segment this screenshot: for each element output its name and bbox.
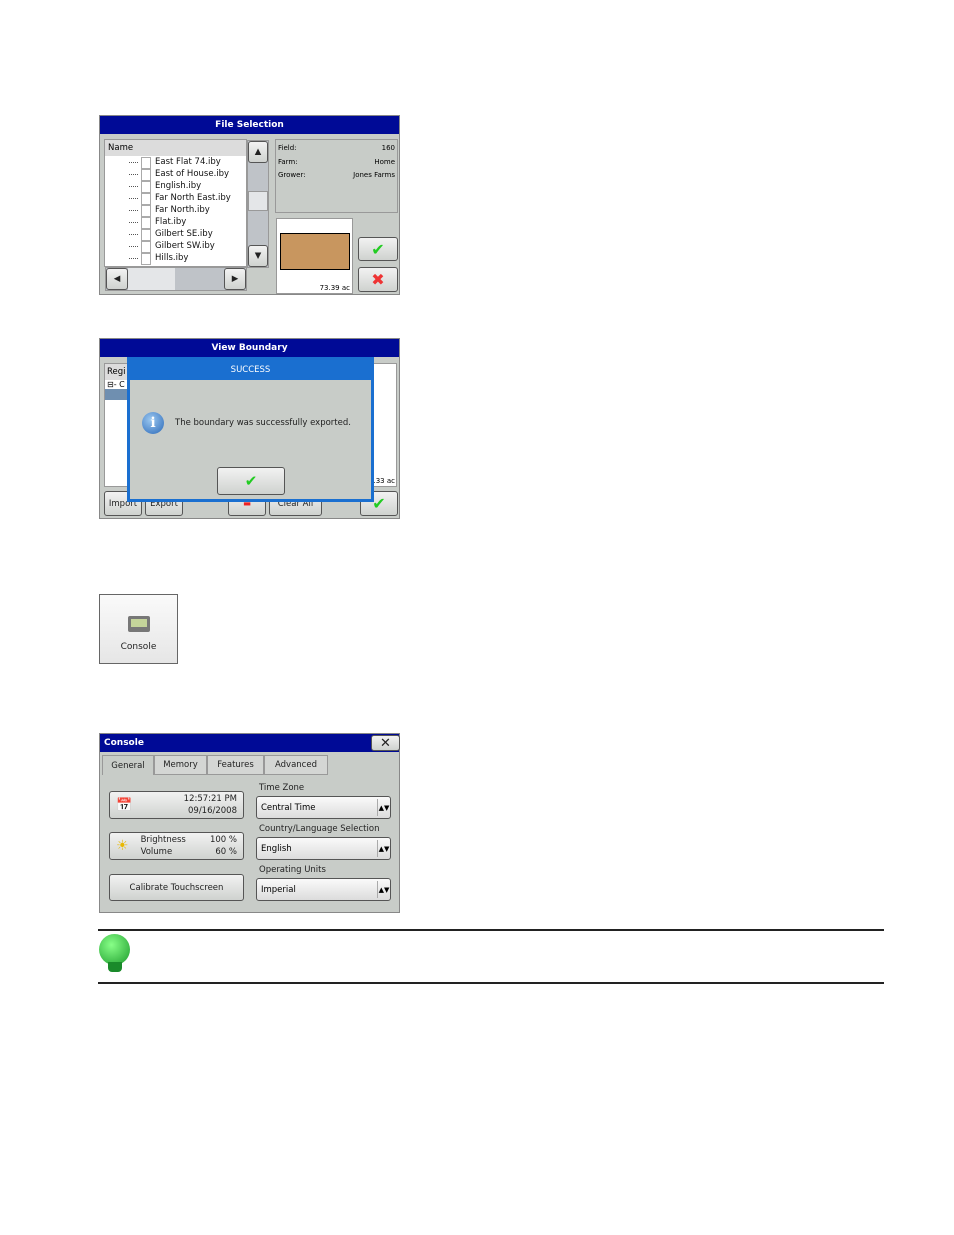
file-list-item[interactable]: Hills.iby (105, 252, 246, 265)
tab-advanced[interactable]: Advanced (264, 755, 328, 775)
success-dialog: SUCCESS i The boundary was successfully … (127, 357, 374, 502)
console-tile-label: Console (120, 642, 157, 652)
cancel-button[interactable]: ✖ (358, 267, 398, 292)
scroll-up-button[interactable]: ▲ (248, 141, 268, 163)
units-value: Imperial (261, 884, 296, 895)
units-label: Operating Units (259, 865, 326, 875)
file-list-item[interactable]: East Flat 74.iby (105, 156, 246, 169)
tab-features[interactable]: Features (207, 755, 264, 775)
note-bottom-rule (98, 982, 884, 984)
spinner-icon: ▲▼ (377, 840, 390, 857)
boundary-preview: 73.39 ac (276, 218, 353, 294)
info-row: Grower: Jones Farms (278, 171, 395, 185)
info-value: 160 (381, 144, 395, 152)
info-icon: i (142, 412, 164, 434)
time-zone-label: Time Zone (259, 783, 305, 793)
volume-label: Volume (140, 847, 173, 857)
time-zone-value: Central Time (261, 802, 316, 813)
file-list[interactable]: Name East Flat 74.iby East of House.iby En… (104, 139, 247, 267)
scroll-thumb[interactable] (248, 191, 268, 211)
time-value: 12:57:21 PM (183, 794, 237, 804)
sun-speaker-icon: ☀ (116, 838, 129, 854)
calibrate-touchscreen-button[interactable]: Calibrate Touchscreen (109, 874, 244, 901)
preview-panel: .33 ac (372, 363, 397, 487)
dialog-title: SUCCESS (130, 360, 371, 380)
info-label: Field: (278, 144, 297, 152)
info-value: Home (374, 157, 395, 166)
field-info-panel: Field: 160 Farm: Home Grower: Jones Farms (275, 139, 398, 213)
dialog-message: The boundary was successfully exported. (175, 418, 351, 428)
spinner-icon: ▲▼ (377, 799, 390, 816)
language-select[interactable]: English ▲▼ (256, 837, 391, 860)
lightbulb-icon (99, 934, 130, 978)
info-label: Farm: (278, 157, 298, 166)
date-time-button[interactable]: 📅 12:57:21 PM 09/16/2008 (109, 791, 244, 819)
view-boundary-window: View Boundary Regi ⊟- C .33 ac Import Ex… (99, 338, 400, 519)
brightness-volume-button[interactable]: ☀ Brightness Volume 100 % 60 % (109, 832, 244, 860)
file-list-item[interactable]: Flat.iby (105, 216, 246, 229)
window-title: View Boundary (100, 339, 399, 357)
h-scroll-thumb[interactable] (128, 268, 175, 290)
scroll-right-button[interactable]: ▶ (224, 268, 246, 290)
info-label: Grower: (278, 171, 306, 179)
date-value: 09/16/2008 (188, 806, 237, 816)
tab-memory[interactable]: Memory (154, 755, 207, 775)
console-icon (128, 616, 150, 632)
info-value: Jones Farms (353, 171, 395, 179)
scroll-left-button[interactable]: ◀ (106, 268, 128, 290)
file-selection-window: File Selection Name East Flat 74.iby East… (99, 115, 400, 295)
time-zone-select[interactable]: Central Time ▲▼ (256, 796, 391, 819)
accept-button[interactable]: ✔ (358, 237, 398, 261)
spinner-icon: ▲▼ (377, 881, 390, 898)
file-list-item[interactable]: East of House.iby (105, 168, 246, 181)
scroll-down-button[interactable]: ▼ (248, 245, 268, 267)
file-list-item[interactable]: Far North.iby (105, 204, 246, 217)
file-list-item[interactable]: English.iby (105, 180, 246, 193)
area-label: 73.39 ac (319, 284, 350, 292)
window-title: File Selection (100, 116, 399, 134)
note-top-rule (98, 929, 884, 931)
file-list-item[interactable]: Gilbert SW.iby (105, 240, 246, 253)
language-label: Country/Language Selection (259, 824, 380, 834)
dialog-ok-button[interactable]: ✔ (217, 467, 285, 495)
brightness-value: 100 % (209, 835, 237, 845)
close-button[interactable]: ✕ (371, 735, 400, 751)
language-value: English (261, 843, 292, 854)
console-tile-button[interactable]: Console (99, 594, 178, 664)
area-label: .33 ac (373, 477, 396, 485)
info-row: Farm: Home (278, 158, 395, 172)
column-header-name[interactable]: Name (105, 140, 246, 156)
file-list-item[interactable]: Gilbert SE.iby (105, 228, 246, 241)
vertical-scrollbar[interactable]: ▲ ▼ (247, 140, 269, 268)
info-row: Field: 160 (278, 144, 395, 158)
file-list-item[interactable]: Far North East.iby (105, 192, 246, 205)
calendar-clock-icon: 📅 (116, 797, 133, 813)
horizontal-scrollbar[interactable]: ◀ ▶ (105, 267, 247, 291)
units-select[interactable]: Imperial ▲▼ (256, 878, 391, 901)
boundary-shape (280, 233, 350, 270)
volume-value: 60 % (215, 847, 237, 857)
tab-general[interactable]: General (102, 755, 154, 775)
brightness-label: Brightness (140, 835, 186, 845)
window-title: Console (100, 734, 399, 752)
console-window: Console ✕ General Memory Features Advanced … (99, 733, 400, 913)
